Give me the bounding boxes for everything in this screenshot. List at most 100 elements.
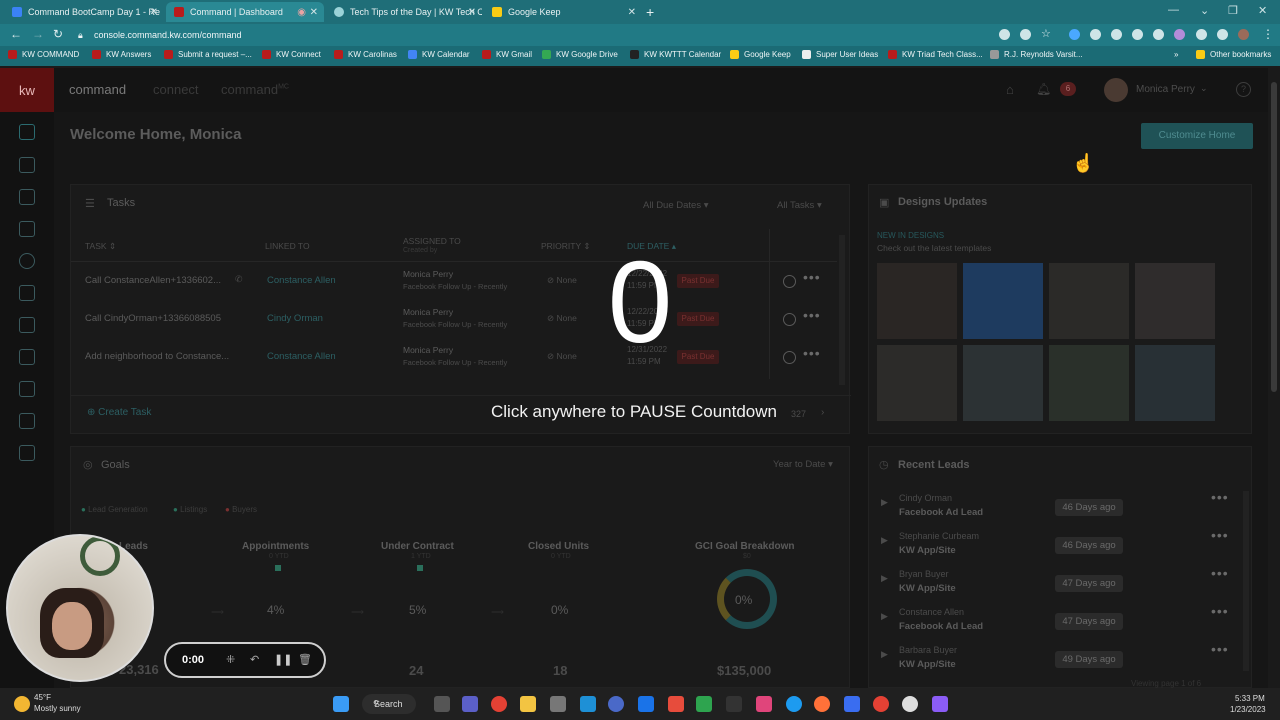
taskbar-search[interactable]: Search — [362, 694, 416, 714]
tasks-icon[interactable] — [19, 189, 35, 205]
clipchamp-icon[interactable] — [932, 696, 948, 712]
expand-icon[interactable]: ▶ — [881, 573, 888, 584]
minimize-icon[interactable]: — — [1168, 4, 1179, 16]
expand-icon[interactable]: ▶ — [881, 611, 888, 622]
bookmark[interactable]: KW Connect — [262, 50, 321, 59]
camera-icon[interactable] — [19, 445, 35, 461]
lead-name[interactable]: Barbara Buyer — [899, 645, 957, 655]
task-name[interactable]: Add neighborhood to Constance... — [85, 351, 229, 362]
tab-dashboard[interactable]: Command | Dashboard ◉ ✕ — [166, 2, 324, 22]
profile-icon[interactable] — [19, 253, 35, 269]
more-bookmarks-button[interactable]: » — [1174, 50, 1178, 59]
design-thumbnail[interactable] — [1049, 263, 1129, 339]
share-icon[interactable] — [1020, 29, 1031, 40]
linked-contact[interactable]: Constance Allen — [267, 275, 336, 286]
help-icon[interactable]: ? — [1236, 82, 1251, 97]
maximize-icon[interactable]: ❐ — [1228, 4, 1238, 17]
close-icon[interactable]: ✕ — [310, 7, 318, 18]
more-icon[interactable]: ••• — [1211, 641, 1229, 657]
period-filter[interactable]: Year to Date ▾ — [773, 459, 833, 470]
avatar[interactable] — [1104, 78, 1128, 102]
column-header[interactable]: LINKED TO — [265, 241, 310, 251]
store-icon[interactable] — [580, 696, 596, 712]
firefox-icon[interactable] — [814, 696, 830, 712]
extension-icon[interactable] — [1153, 29, 1164, 40]
task-name[interactable]: Call CindyOrman+13366088505 — [85, 313, 221, 324]
page-scrollbar[interactable] — [1268, 68, 1280, 688]
teams-icon[interactable] — [462, 696, 478, 712]
more-icon[interactable]: ••• — [1211, 565, 1229, 581]
user-name[interactable]: Monica Perry — [1136, 84, 1195, 95]
profile-avatar-icon[interactable] — [1238, 29, 1249, 40]
task-type-filter[interactable]: All Tasks ▾ — [777, 200, 822, 211]
weather-desc[interactable]: Mostly sunny — [34, 704, 81, 713]
bookmark[interactable]: KW Answers — [92, 50, 151, 59]
chrome-icon[interactable] — [491, 696, 507, 712]
list-item[interactable]: ▶ Bryan Buyer KW App/Site 47 Days ago ••… — [869, 563, 1239, 601]
media-icon[interactable] — [902, 696, 918, 712]
outlook-icon[interactable] — [638, 696, 654, 712]
nav-connect[interactable]: connect — [153, 82, 199, 97]
more-icon[interactable]: ••• — [1211, 527, 1229, 543]
linked-contact[interactable]: Constance Allen — [267, 351, 336, 362]
undo-icon[interactable]: ↶ — [250, 653, 259, 666]
design-thumbnail[interactable] — [877, 263, 957, 339]
lead-name[interactable]: Cindy Orman — [899, 493, 952, 503]
weather-sun-icon[interactable] — [14, 696, 30, 712]
table-row[interactable]: Add neighborhood to Constance... Constan… — [71, 339, 837, 377]
tab-google-keep[interactable]: Google Keep ✕ — [484, 2, 642, 22]
close-icon[interactable]: ✕ — [468, 7, 476, 18]
more-icon[interactable]: ••• — [803, 269, 821, 285]
list-item[interactable]: ▶ Stephanie Curbeam KW App/Site 46 Days … — [869, 525, 1239, 563]
design-thumbnail[interactable] — [963, 263, 1043, 339]
app-icon[interactable] — [696, 696, 712, 712]
bookmark[interactable]: KW KWTTT Calendar — [630, 50, 721, 59]
back-icon[interactable]: ← — [10, 27, 22, 41]
clock-date[interactable]: 1/23/2023 — [1230, 705, 1266, 714]
bookmark[interactable]: Google Keep — [730, 50, 791, 59]
close-window-icon[interactable]: ✕ — [1258, 4, 1267, 17]
chevron-down-icon[interactable]: ⌄ — [1200, 83, 1208, 94]
extension-icon[interactable] — [1174, 29, 1185, 40]
windows-start-icon[interactable] — [333, 696, 349, 712]
clock-time[interactable]: 5:33 PM — [1235, 694, 1265, 703]
puzzle-icon[interactable] — [1196, 29, 1207, 40]
nav-command-mc[interactable]: commandMC — [221, 82, 289, 97]
store-icon[interactable]: ⌂ — [1006, 82, 1014, 97]
slack-icon[interactable] — [756, 696, 772, 712]
column-header[interactable]: ASSIGNED TO — [403, 236, 461, 246]
edit-icon[interactable] — [19, 381, 35, 397]
lead-name[interactable]: Constance Allen — [899, 607, 964, 617]
expand-icon[interactable]: ▶ — [881, 497, 888, 508]
bookmark[interactable]: KW Google Drive — [542, 50, 618, 59]
forward-icon[interactable]: → — [32, 27, 44, 41]
customize-home-button[interactable]: Customize Home — [1141, 123, 1253, 149]
url-field[interactable]: 🔒︎ console.command.kw.com/command — [78, 27, 978, 43]
edge-icon[interactable] — [786, 696, 802, 712]
extension-icon[interactable] — [1111, 29, 1122, 40]
expand-icon[interactable]: ▶ — [881, 649, 888, 660]
complete-check-icon[interactable] — [783, 275, 796, 288]
contacts-icon[interactable] — [19, 157, 35, 173]
chevron-down-icon[interactable]: ⌄ — [1200, 4, 1209, 17]
expand-icon[interactable]: ▶ — [881, 535, 888, 546]
bookmark[interactable]: KW Gmail — [482, 50, 532, 59]
bookmark[interactable]: KW COMMAND — [8, 50, 79, 59]
home-icon[interactable] — [19, 124, 35, 140]
reload-icon[interactable]: ↻ — [53, 27, 63, 41]
weather-temp[interactable]: 45°F — [34, 693, 51, 702]
extension-icon[interactable] — [1090, 29, 1101, 40]
more-icon[interactable]: ••• — [1211, 603, 1229, 619]
due-date-filter[interactable]: All Due Dates ▾ — [643, 200, 709, 211]
handshake-icon[interactable] — [19, 285, 35, 301]
tab-tech-tips[interactable]: Tech Tips of the Day | KW Tech C ✕ — [326, 2, 482, 22]
drag-handle-icon[interactable]: ⁜ — [226, 653, 235, 666]
task-name[interactable]: Call ConstanceAllen+1336602... — [85, 275, 221, 286]
lead-name[interactable]: Stephanie Curbeam — [899, 531, 979, 541]
acrobat-icon[interactable] — [668, 696, 684, 712]
chart-icon[interactable] — [19, 349, 35, 365]
app-icon[interactable] — [726, 696, 742, 712]
table-row[interactable]: Call ConstanceAllen+1336602... ✆ Constan… — [71, 263, 837, 301]
bookmark[interactable]: KW Carolinas — [334, 50, 397, 59]
more-icon[interactable]: ••• — [1211, 489, 1229, 505]
